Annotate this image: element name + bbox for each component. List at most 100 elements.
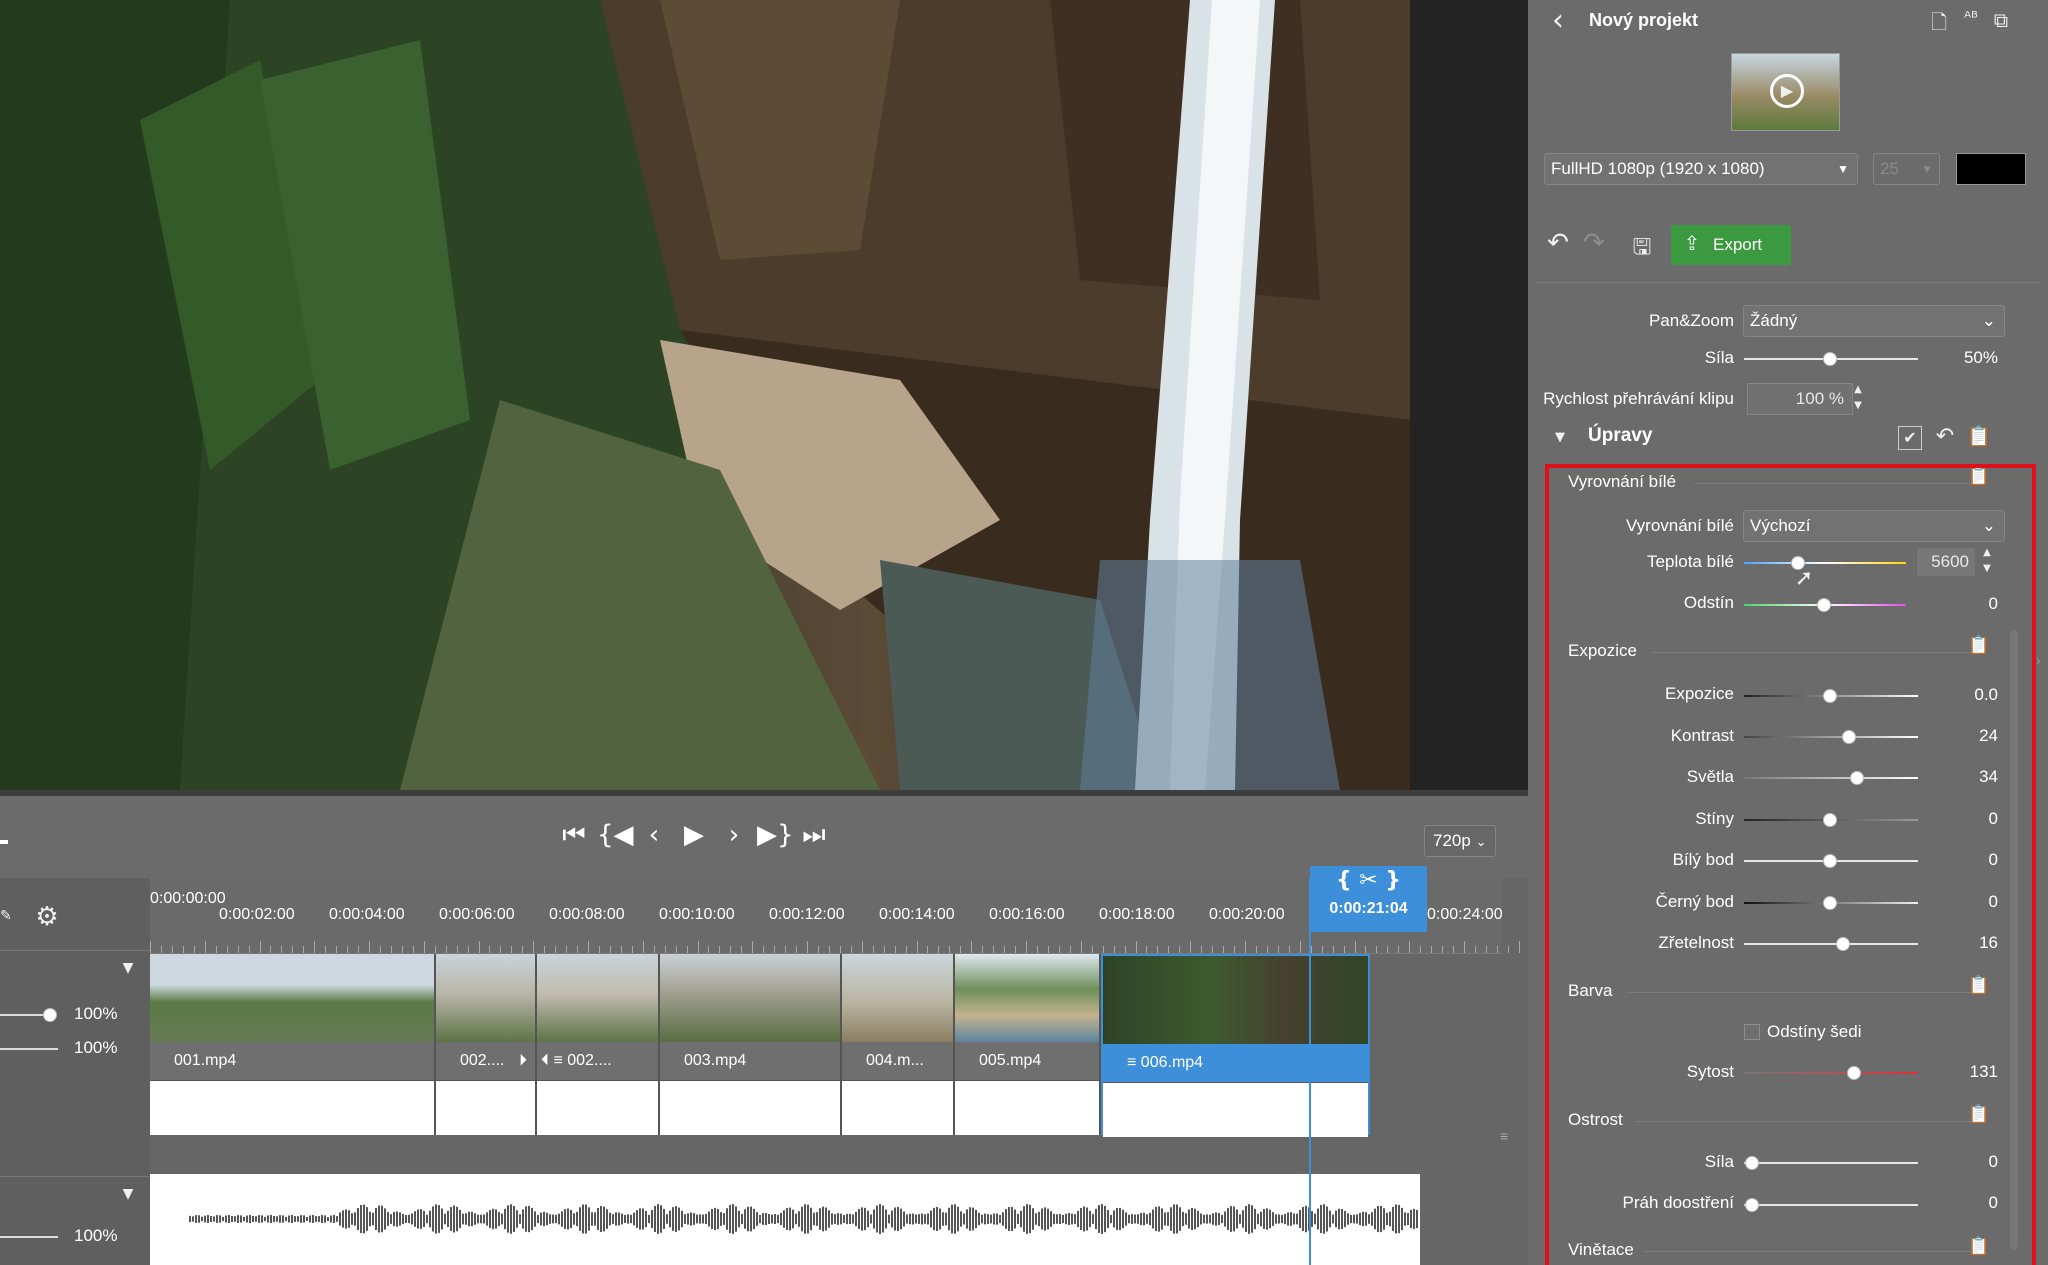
ruler-tick [1004,946,1006,953]
ruler-tick [1113,946,1115,953]
collapse-triangle-icon[interactable]: ▼ [1552,430,1568,445]
playhead-marker[interactable]: { ✂ } 0:00:21:04 [1310,866,1427,932]
undo-icon[interactable]: ↶ [1544,228,1572,258]
transport-bar: ⏮ {◀ ‹ ▶ › ▶} ⏭ [0,796,1528,878]
ruler-tick [1146,946,1148,953]
spin-up-icon[interactable]: ▲ [1850,382,1866,398]
ruler-label: 0:00:08:00 [549,906,625,923]
chevron-down-icon[interactable]: ▼ [118,960,138,976]
sila-knob[interactable] [1823,352,1837,366]
clip-thumbnail [955,954,1099,1042]
ruler-tick [1453,946,1455,953]
ruler-tick [456,946,458,953]
clip-label: 002.... ⏵ [436,1042,535,1080]
ruler-tick [412,946,414,953]
text-icon[interactable]: ᴬᴮ [1958,8,1984,27]
copy-file-icon[interactable]: ⧉ [1988,8,2014,32]
resize-grip-icon[interactable]: ≡ [1500,1128,1510,1148]
ruler-label: 0:00:20:00 [1209,906,1285,923]
ruler-tick [1201,946,1203,953]
clip-002a[interactable]: 002.... ⏵ [436,954,537,1135]
back-icon[interactable]: ‹ [1546,4,1570,38]
save-icon[interactable]: 🖫 [1628,230,1656,268]
background-color-swatch[interactable] [1956,153,2026,185]
ruler-tick [423,941,425,953]
clip-005[interactable]: 005.mp4 [955,954,1101,1135]
reset-icon[interactable]: ↶ [1932,424,1958,449]
ruler-tick [1069,946,1071,953]
skip-to-end-icon[interactable]: ⏭ [797,818,831,852]
ruler-tick [555,946,557,953]
export-label: Export [1713,235,1763,254]
video-track: 001.mp4 002.... ⏵ ⏴ ≡ 002.... 003.mp4 00… [150,954,1502,1137]
chevron-down-icon: ⌄ [1475,834,1487,849]
ruler-tick [905,946,907,953]
play-circle-icon[interactable]: ▶ [1770,74,1804,108]
export-button[interactable]: ⇪ Export [1671,225,1791,265]
collapse-handle[interactable] [0,840,8,844]
skip-to-start-icon[interactable]: ⏮ [557,818,591,852]
ruler-tick [1277,946,1279,953]
expand-panel-icon[interactable]: › [2036,652,2048,676]
ruler-tick [1223,946,1225,953]
play-icon[interactable]: ▶ [677,818,711,852]
video-frame-image [0,0,1410,790]
prev-frame-icon[interactable]: ‹ [637,818,671,852]
audio-volume-slider[interactable] [0,1236,58,1238]
clip-label: 005.mp4 [955,1042,1099,1080]
clip-006-selected[interactable]: ≡ 006.mp4 [1101,954,1370,1137]
ruler-tick [1168,946,1170,953]
pen-icon[interactable]: ✎ [0,908,12,928]
clip-002b[interactable]: ⏴ ≡ 002.... [537,954,660,1135]
ruler-tick [270,946,272,953]
clip-label: ≡ 006.mp4 [1103,1044,1368,1082]
ruler-tick [1212,946,1214,953]
ruler-tick [1376,946,1378,953]
ruler-tick [960,946,962,953]
clip-003[interactable]: 003.mp4 [660,954,842,1135]
redo-icon: ↷ [1583,228,1605,258]
chevron-down-icon[interactable]: ▼ [118,1186,138,1202]
ruler-tick [741,946,743,953]
clip-thumbnail [842,954,953,1042]
clip-001[interactable]: 001.mp4 [150,954,436,1135]
transition-icon: ⏵ [518,1052,527,1069]
speed-input[interactable]: 100 % [1747,383,1853,415]
paste-icon[interactable]: 📋 [1966,424,1992,448]
ruler-tick [850,946,852,953]
quality-select[interactable]: 720p ⌄ [1424,825,1496,857]
clip-thumbnail [537,954,658,1042]
next-frame-icon[interactable]: › [717,818,751,852]
time-ruler[interactable]: 0:00:00:00 0:00:02:00 0:00:04:00 0:00:06… [150,878,1575,954]
clip-004[interactable]: 004.m... [842,954,955,1135]
checkbox-checked-icon[interactable]: ✔ [1898,426,1922,450]
ruler-tick [1091,946,1093,953]
ruler-label: 0:00:14:00 [879,906,955,923]
gear-icon[interactable]: ⚙ [32,902,62,932]
adjustments-icon: ≡ [1127,1054,1137,1071]
ruler-tick [1464,941,1465,953]
project-thumbnail[interactable]: ▶ [1731,53,1840,131]
video-volume2-slider[interactable] [0,1048,58,1050]
ruler-tick [237,946,239,953]
ruler-tick [1234,946,1236,953]
spin-down-icon[interactable]: ▼ [1850,398,1866,414]
new-file-icon[interactable]: 🗋 [1926,8,1952,42]
cut-icon[interactable]: { ✂ } [1310,866,1427,896]
chevron-down-icon: ▼ [1837,162,1849,176]
ruler-tick [467,946,469,953]
ruler-tick [1507,946,1509,953]
pan-zoom-select[interactable]: Žádný ⌄ [1743,305,2005,337]
prev-marker-icon[interactable]: {◀ [597,818,634,852]
video-volume-knob[interactable] [43,1008,57,1022]
playhead-line[interactable] [1309,878,1311,1265]
ruler-tick [401,946,403,953]
ruler-tick [434,946,436,953]
next-marker-icon[interactable]: ▶} [757,818,794,852]
project-title: Nový projekt [1589,10,1699,30]
format-select[interactable]: FullHD 1080p (1920 x 1080) ▼ [1544,153,1858,185]
upravy-title: Úpravy [1588,425,1653,446]
audio-track[interactable] [150,1174,1420,1265]
clip-label: ⏴ ≡ 002.... [537,1042,658,1080]
ruler-tick [828,946,830,953]
